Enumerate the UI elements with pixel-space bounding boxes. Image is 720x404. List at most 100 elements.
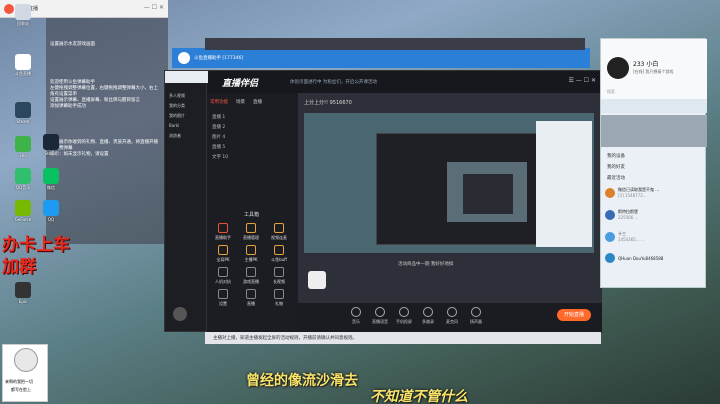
tool-icon xyxy=(246,245,256,255)
window-buttons[interactable]: ☰ — ☐ ✕ xyxy=(568,77,596,84)
app-icon xyxy=(43,200,59,216)
desktop-icon[interactable]: Steam xyxy=(6,102,40,124)
tool-button[interactable]: 礼物 xyxy=(268,289,290,307)
scene-item[interactable]: 直播 1 xyxy=(212,113,228,123)
tool-label: 主播PK xyxy=(244,257,258,262)
app-icon xyxy=(15,4,31,20)
qq-section[interactable]: 最近活动 xyxy=(607,173,625,184)
tool-icon xyxy=(218,267,228,277)
scene-item[interactable]: 文字 10 xyxy=(212,153,228,163)
sticker-text1: 来啊的我把一切 xyxy=(5,379,33,384)
blue-app-logo xyxy=(178,52,190,64)
control-label: 直播语音 xyxy=(372,319,388,324)
tool-label: 游戏直播 xyxy=(243,279,259,284)
qq-contact[interactable]: 斯特拉斯堡 225566 ... xyxy=(605,209,695,220)
sidebar-friend[interactable]: 多人视频 xyxy=(169,91,185,101)
control-button[interactable]: 手机投屏 xyxy=(394,307,414,325)
app-icon xyxy=(15,54,31,70)
toolbox-title: 工具箱 xyxy=(244,212,260,218)
sidebar-bottom-icon[interactable] xyxy=(173,307,187,321)
qq-search[interactable]: 搜索 xyxy=(607,89,615,95)
desktop-icon-label: 微信 xyxy=(47,185,55,190)
meme-sticker: 来啊的我把一切 都写在脸上 xyxy=(2,344,48,402)
control-button[interactable]: 多路录 xyxy=(418,307,438,325)
desktop-icon[interactable]: 回收站 xyxy=(6,4,40,27)
tool-label: 直播助手 xyxy=(215,235,231,240)
desktop-icon-label: Steam xyxy=(16,119,30,124)
app-icon xyxy=(43,134,59,150)
app-icon xyxy=(15,168,31,184)
live-assistant-window: 直播伴侣 体验页面进行中 为粉丝们，开启公开课活动 ☰ — ☐ ✕ 常用功能 场… xyxy=(205,70,602,333)
control-button[interactable]: 音乐 xyxy=(346,307,366,325)
scene-item[interactable]: 直播 5 xyxy=(212,143,228,153)
tool-icon xyxy=(274,245,284,255)
desktop-icon[interactable]: 微信 xyxy=(34,168,68,191)
tool-button[interactable]: 游戏直播 xyxy=(240,267,262,285)
window-controls[interactable]: — ☐ ✕ xyxy=(144,4,164,11)
scene-item[interactable]: 图片 4 xyxy=(212,133,228,143)
qq-user-name: 233 小白 xyxy=(633,61,659,68)
qq-window: 233 小白 [在线] 我只想搞个游戏 搜索 我的设备 我的好友 最近活动 微信… xyxy=(600,38,707,288)
contact-info: 微信已读取我是不鬼 ... [3] 1548772... xyxy=(618,187,659,198)
control-button[interactable]: 麦克风 xyxy=(442,307,462,325)
tab-scene[interactable]: 场景 xyxy=(236,99,245,105)
control-button[interactable]: 直播语音 xyxy=(370,307,390,325)
qq-section[interactable]: 我的设备 xyxy=(607,151,625,162)
desktop-icon[interactable]: Epic xyxy=(6,282,40,304)
tab-common[interactable]: 常用功能 xyxy=(210,99,228,105)
dark-bar-behind xyxy=(205,38,585,50)
sidebar-tabs: 常用功能 场景 直播 xyxy=(210,99,262,105)
tool-button[interactable]: 直播助手 xyxy=(212,223,234,241)
control-label: 麦克风 xyxy=(446,319,458,324)
qq-avatar[interactable] xyxy=(607,57,629,79)
sticker-text2: 都写在脸上 xyxy=(11,387,31,392)
control-icon xyxy=(447,307,457,317)
tool-button[interactable]: 主播PK xyxy=(240,245,262,263)
desktop-icon[interactable]: 斗鱼直播 xyxy=(6,54,40,77)
control-button[interactable]: 扬声器 xyxy=(466,307,486,325)
tool-icon xyxy=(218,289,228,299)
sidebar-friend[interactable]: 我的图片 xyxy=(169,111,185,121)
meme-icon xyxy=(308,271,326,289)
app-icon xyxy=(15,282,31,298)
tab-live[interactable]: 直播 xyxy=(253,99,262,105)
desktop-icon[interactable]: QQ xyxy=(34,200,68,222)
contact-info: 斯特拉斯堡 225566 ... xyxy=(618,209,638,220)
sidebar-friend[interactable]: 流浪者 xyxy=(169,131,185,141)
sidebar-friend[interactable]: Barki xyxy=(169,121,185,131)
tool-button[interactable]: 人机对抗 xyxy=(212,267,234,285)
contact-avatar xyxy=(605,253,615,263)
notice-text: 主播对上播，知道主播发起全屏的活动规则，开播前请确认并同意规则。 xyxy=(213,336,357,341)
control-icon xyxy=(471,307,481,317)
control-label: 音乐 xyxy=(352,319,360,324)
tool-button[interactable]: 直播 xyxy=(240,289,262,307)
tool-button[interactable]: 斗鱼buff xyxy=(268,245,290,263)
app-icon xyxy=(15,200,31,216)
tool-label: 长视频 xyxy=(273,279,285,284)
scene-item[interactable]: 直播 2 xyxy=(212,123,228,133)
tool-button[interactable]: 视频连麦 xyxy=(268,223,290,241)
scene-list: 直播 1 直播 2 图片 4 直播 5 文字 10 xyxy=(212,113,228,163)
sidebar-friend[interactable]: 我的分类 xyxy=(169,101,185,111)
desktop-icon-label: QQ xyxy=(47,217,55,222)
tool-button[interactable]: 全局PK xyxy=(212,245,234,263)
qq-contact[interactable]: 微信已读取我是不鬼 ... [3] 1548772... xyxy=(605,187,695,198)
control-icon xyxy=(375,307,385,317)
nested-screen xyxy=(304,113,594,253)
contact-avatar xyxy=(605,231,615,242)
control-label: 手机投屏 xyxy=(396,319,412,324)
tool-label: 视频连麦 xyxy=(271,235,287,240)
qq-contact[interactable]: 十三 1454365... ... xyxy=(605,231,695,242)
live-banner[interactable]: 体验页面进行中 为粉丝们，开启公开课活动 xyxy=(290,79,377,85)
desktop-icon[interactable]: Steam xyxy=(34,134,68,156)
qq-section[interactable]: 我的好友 xyxy=(607,162,625,173)
qq-contact[interactable]: QHuan DouYu8468588 xyxy=(605,253,695,263)
tool-button[interactable]: 设置 xyxy=(212,289,234,307)
contact-info: 十三 1454365... ... xyxy=(618,231,645,242)
tool-button[interactable]: 长视频 xyxy=(268,267,290,285)
start-live-button[interactable]: 开始直播 xyxy=(557,309,591,321)
left-sidebar: 常用功能 场景 直播 直播 1 直播 2 图片 4 直播 5 文字 10 工具箱… xyxy=(206,93,298,333)
tool-icon xyxy=(246,267,256,277)
tool-button[interactable]: 直播管理 xyxy=(240,223,262,241)
tool-icon xyxy=(274,267,284,277)
